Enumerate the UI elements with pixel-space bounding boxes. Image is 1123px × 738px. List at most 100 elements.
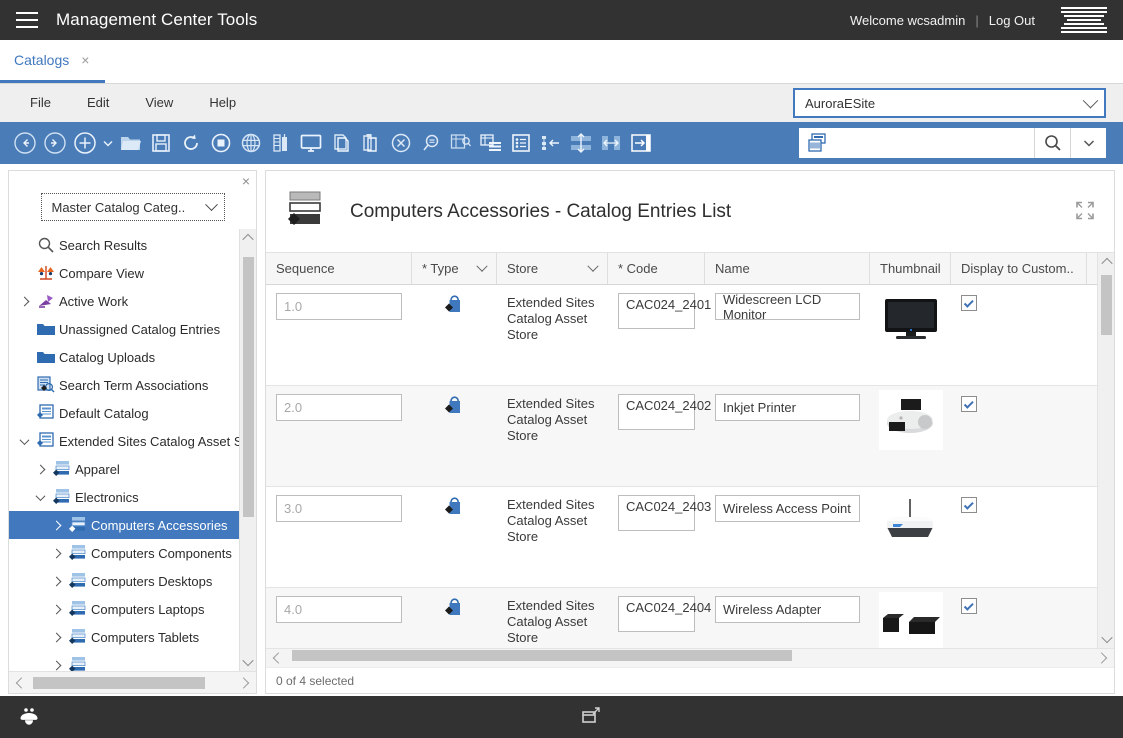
stop-icon[interactable] [206,128,236,158]
menu-item-help[interactable]: Help [191,84,254,122]
chevron-down-icon[interactable] [476,260,488,272]
scroll-track-horizontal[interactable] [31,672,234,694]
chevron-down-icon[interactable] [587,260,599,272]
grid-scroll-thumb-horizontal[interactable] [292,650,792,661]
chevron-right-icon[interactable] [47,632,65,642]
bee-icon[interactable] [0,706,58,728]
scroll-up-icon[interactable] [240,229,257,247]
name-input[interactable]: Wireless Adapter [715,596,860,623]
code-input[interactable]: CAC024_2401 [618,293,711,329]
chevron-right-icon[interactable] [47,660,65,670]
find-icon[interactable] [416,128,446,158]
tree-item-computers-accessories[interactable]: Computers Accessories [9,511,239,539]
grid-vertical-scrollbar[interactable] [1097,253,1114,648]
display-to-customers-checkbox[interactable] [961,295,977,311]
chevron-right-icon[interactable] [47,604,65,614]
paste-icon[interactable] [356,128,386,158]
save-icon[interactable] [146,128,176,158]
tree-item-default-catalog[interactable]: Default Catalog [9,399,239,427]
tree-item-electronics[interactable]: Electronics [9,483,239,511]
name-input[interactable]: Widescreen LCD Monitor [715,292,860,322]
scroll-right-icon[interactable] [234,672,256,694]
chevron-right-icon[interactable] [47,576,65,586]
hamburger-icon[interactable] [16,12,38,28]
tree-item-catalog-uploads[interactable]: Catalog Uploads [9,343,239,371]
tree-item-partial[interactable] [9,651,239,671]
tree-horizontal-scrollbar[interactable] [9,671,256,693]
scroll-thumb[interactable] [242,257,254,517]
list-view-icon[interactable] [476,128,506,158]
grid-scroll-track[interactable] [1098,271,1114,630]
tree-item-search-results[interactable]: Search Results [9,231,239,259]
table-row[interactable]: 3.0 Extended Sites Catalog Asset Store CAC… [266,487,1114,588]
properties-list-icon[interactable] [506,128,536,158]
table-row[interactable]: 4.0 Extended Sites Catalog Asset Store CAC… [266,588,1114,648]
close-icon[interactable]: × [81,53,89,67]
menu-item-file[interactable]: File [12,84,69,122]
display-to-customers-checkbox[interactable] [961,497,977,513]
scroll-track[interactable] [240,247,257,653]
column-header-store[interactable]: Store [497,253,608,284]
name-input[interactable]: Wireless Access Point [715,495,860,522]
code-input[interactable]: CAC024_2403 [618,495,711,531]
name-input[interactable]: Inkjet Printer [715,394,860,421]
display-to-customers-checkbox[interactable] [961,396,977,412]
chevron-right-icon[interactable] [47,520,65,530]
grid-scroll-left-icon[interactable] [266,647,288,669]
grid-scroll-thumb[interactable] [1101,275,1112,335]
tree-item-computers-desktops[interactable]: Computers Desktops [9,567,239,595]
explorer-close-icon[interactable]: × [242,174,250,188]
tree-item-computers-laptops[interactable]: Computers Laptops [9,595,239,623]
globe-icon[interactable] [236,128,266,158]
code-input[interactable]: CAC024_2402 [618,394,711,430]
split-horizontal-icon[interactable] [566,128,596,158]
search-icon[interactable] [1034,128,1070,158]
logout-link[interactable]: Log Out [989,13,1035,28]
tree-item-apparel[interactable]: Apparel [9,455,239,483]
column-header-display-to-custom[interactable]: Display to Custom.. [951,253,1087,284]
column-header-sequence[interactable]: Sequence [266,253,412,284]
chevron-right-icon[interactable] [31,464,49,474]
sequence-input[interactable]: 1.0 [276,293,402,320]
copy-icon[interactable] [326,128,356,158]
sequence-input[interactable]: 3.0 [276,495,402,522]
tree-item-unassigned-catalog-entries[interactable]: Unassigned Catalog Entries [9,315,239,343]
split-vertical-icon[interactable] [596,128,626,158]
menu-item-edit[interactable]: Edit [69,84,127,122]
scroll-thumb-horizontal[interactable] [33,676,205,689]
table-row[interactable]: 2.0 Extended Sites Catalog Asset Store CAC… [266,386,1114,487]
sequence-input[interactable]: 4.0 [276,596,402,623]
expand-icon[interactable] [1074,199,1096,224]
tab-catalogs[interactable]: Catalogs × [0,40,106,83]
grid-scroll-right-icon[interactable] [1092,647,1114,669]
chevron-down-icon[interactable] [31,490,49,501]
table-row[interactable]: 1.0 Extended Sites Catalog Asset Store CAC… [266,285,1114,386]
delete-circle-icon[interactable] [386,128,416,158]
tree-item-computers-tablets[interactable]: Computers Tablets [9,623,239,651]
new-icon[interactable] [70,128,100,158]
tree-item-compare-view[interactable]: Compare View [9,259,239,287]
catalog-filter-dropdown[interactable]: Master Catalog Categ.. [40,193,225,221]
new-dropdown-caret-icon[interactable] [100,128,116,158]
find-replace-grid-icon[interactable] [446,128,476,158]
grid-scroll-track-horizontal[interactable] [288,647,1092,669]
restore-window-icon[interactable] [58,707,1123,727]
scroll-left-icon[interactable] [9,672,31,694]
column-header-type[interactable]: * Type [412,253,497,284]
sequence-input[interactable]: 2.0 [276,394,402,421]
code-input[interactable]: CAC024_2404 [618,596,711,632]
tree-item-computers-components[interactable]: Computers Components [9,539,239,567]
grid-scroll-up-icon[interactable] [1098,253,1114,271]
display-to-customers-checkbox[interactable] [961,598,977,614]
tree-vertical-scrollbar[interactable] [239,229,256,671]
tree-item-active-work[interactable]: Active Work [9,287,239,315]
column-header-thumbnail[interactable]: Thumbnail [870,253,951,284]
store-selector[interactable]: AuroraESite [793,88,1106,118]
show-panel-icon[interactable] [626,128,656,158]
toolbar-search-input[interactable] [835,129,1034,157]
forward-icon[interactable] [40,128,70,158]
preview-monitor-icon[interactable] [296,128,326,158]
refresh-icon[interactable] [176,128,206,158]
menu-item-view[interactable]: View [127,84,191,122]
column-header-code[interactable]: * Code [608,253,705,284]
